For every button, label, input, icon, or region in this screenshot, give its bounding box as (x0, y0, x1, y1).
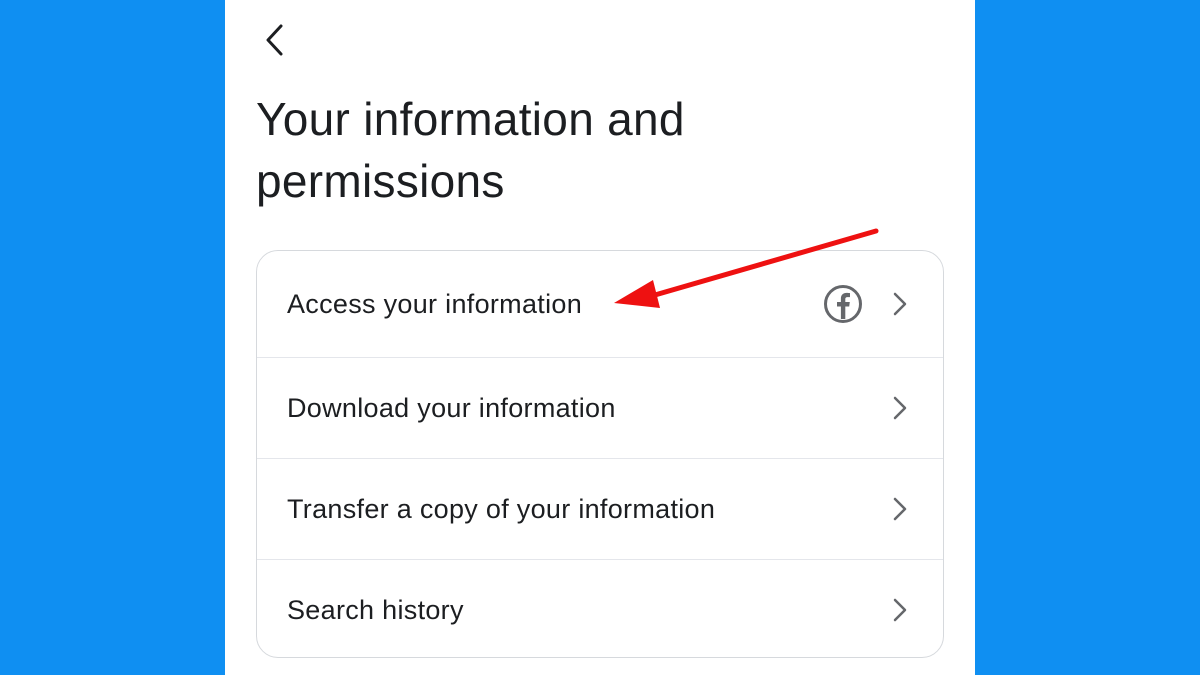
chevron-right-icon (893, 598, 907, 622)
page-title: Your information and permissions (256, 93, 685, 207)
chevron-right-icon (893, 292, 907, 316)
chevron-right-icon (893, 396, 907, 420)
back-button[interactable] (255, 20, 295, 60)
facebook-icon (824, 285, 862, 323)
menu-item-label: Download your information (287, 392, 616, 423)
menu-item-label: Access your information (287, 288, 583, 319)
chevron-left-icon (266, 24, 283, 56)
chevron-right-icon (893, 497, 907, 521)
menu-item-download-your-information[interactable]: Download your information (257, 358, 943, 458)
menu-item-transfer-a-copy[interactable]: Transfer a copy of your information (257, 459, 943, 559)
information-menu: Access your information Download your in… (256, 250, 944, 658)
menu-item-access-your-information[interactable]: Access your information (257, 251, 943, 357)
menu-item-search-history[interactable]: Search history (257, 560, 943, 657)
menu-item-label: Search history (287, 594, 464, 625)
menu-item-label: Transfer a copy of your information (287, 493, 716, 524)
settings-panel: Your information and permissions Access … (225, 0, 975, 675)
